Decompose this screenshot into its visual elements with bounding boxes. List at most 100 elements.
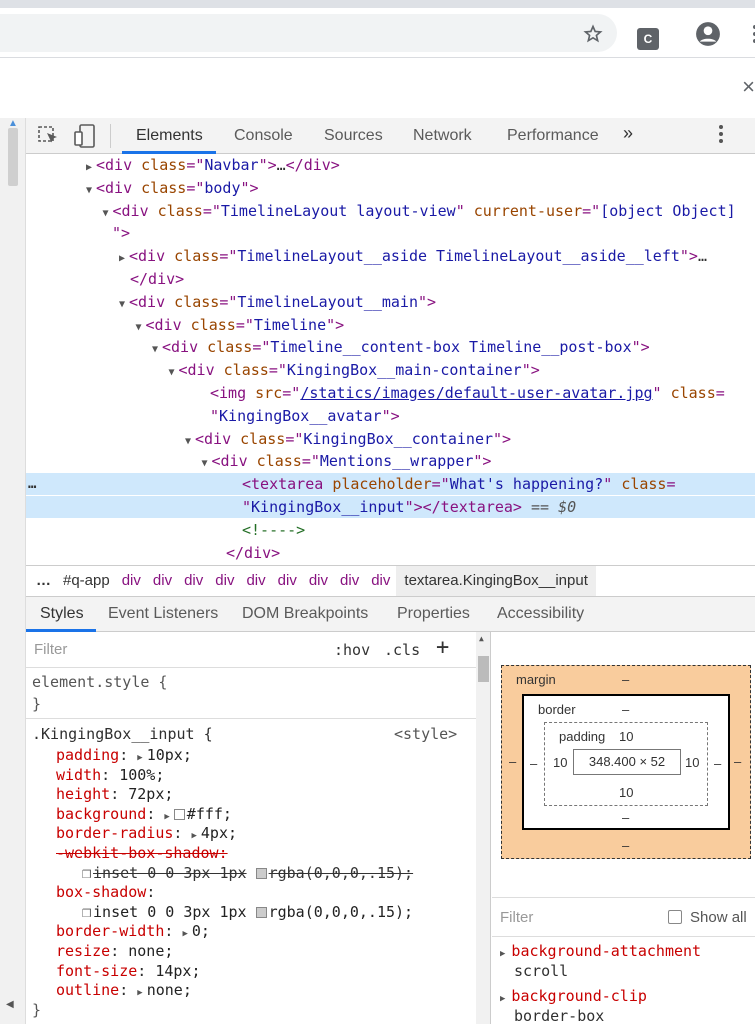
tab-dom-breakpoints[interactable]: DOM Breakpoints <box>242 605 368 623</box>
tree-node[interactable]: <textarea placeholder="What's happening?… <box>26 473 755 496</box>
tree-node[interactable]: </div> <box>26 268 755 290</box>
tree-node[interactable]: ▼ <div class="KingingBox__main-container"… <box>26 359 755 381</box>
dom-tree[interactable]: ▶ <div class="Navbar">…</div> ▼ <div class=… <box>26 154 755 565</box>
style-property-name[interactable]: height <box>56 785 110 803</box>
breadcrumb-item[interactable]: … <box>26 566 57 596</box>
color-swatch[interactable] <box>255 867 267 879</box>
collapse-triangle-icon[interactable]: ▼ <box>148 339 162 361</box>
close-icon[interactable]: × <box>742 74 755 100</box>
collapse-triangle-icon[interactable]: ▼ <box>132 317 146 339</box>
style-value[interactable]: rgba(0,0,0,.15); <box>269 903 414 921</box>
expand-triangle-icon[interactable]: ▶ <box>182 929 187 939</box>
styles-scrollbar[interactable]: ▲ <box>476 632 490 1024</box>
collapse-triangle-icon[interactable]: ▼ <box>82 180 96 202</box>
extension-c-icon[interactable]: C <box>637 28 659 50</box>
tree-node[interactable]: <!----> <box>26 519 755 541</box>
breadcrumb-item[interactable]: div <box>147 566 178 596</box>
tab-sources[interactable]: Sources <box>324 127 383 145</box>
style-value[interactable]: 72px; <box>128 785 173 803</box>
hov-toggle[interactable]: :hov <box>334 641 370 659</box>
expand-triangle-icon[interactable]: ▶ <box>191 831 196 841</box>
collapse-triangle-icon[interactable]: ▼ <box>99 203 113 225</box>
shadow-editor-icon[interactable]: ❒ <box>82 903 91 921</box>
tab-console[interactable]: Console <box>234 127 293 145</box>
styles-filter-input[interactable]: Filter <box>34 641 67 658</box>
tab-network[interactable]: Network <box>413 127 472 145</box>
expand-triangle-icon[interactable]: ▶ <box>500 949 505 959</box>
expand-triangle-icon[interactable]: ▶ <box>500 994 505 1004</box>
computed-property[interactable]: ▶ background-attachment <box>500 942 701 960</box>
tree-node[interactable]: ▼ <div class="TimelineLayout__main"> <box>26 291 755 313</box>
collapse-triangle-icon[interactable]: ▼ <box>181 431 195 453</box>
tree-node[interactable]: ▶ <div class="Navbar">…</div> <box>26 154 755 176</box>
breadcrumb-item[interactable]: div <box>240 566 271 596</box>
tree-node[interactable]: </div> <box>26 542 755 564</box>
tree-node[interactable]: <img src="/statics/images/default-user-a… <box>26 382 755 404</box>
style-property-name[interactable]: width <box>56 766 101 784</box>
tab-event-listeners[interactable]: Event Listeners <box>108 605 218 623</box>
expand-triangle-icon[interactable]: ▶ <box>164 812 169 822</box>
breadcrumb-item[interactable]: div <box>365 566 396 596</box>
tree-node[interactable]: ▼ <div class="Timeline__content-box Timel… <box>26 336 755 358</box>
style-value[interactable]: 14px; <box>155 962 200 980</box>
breadcrumb-item[interactable]: div <box>116 566 147 596</box>
tree-node[interactable]: "> <box>26 222 755 244</box>
style-value[interactable]: 4px; <box>201 824 237 842</box>
style-property-name[interactable]: padding <box>56 746 119 764</box>
style-value[interactable]: inset 0 0 3px 1px <box>93 903 247 921</box>
tree-node[interactable]: ▼ <div class="Timeline"> <box>26 314 755 336</box>
breadcrumb-current[interactable]: textarea.KingingBox__input <box>396 566 596 596</box>
scrollbar-thumb[interactable] <box>8 128 18 186</box>
computed-filter-input[interactable]: Filter <box>500 909 533 926</box>
tree-node[interactable]: ▼ <div class="Mentions__wrapper"> <box>26 450 755 472</box>
kebab-icon[interactable] <box>742 21 755 47</box>
tab-elements[interactable]: Elements <box>136 127 203 145</box>
tab-performance[interactable]: Performance <box>507 127 599 145</box>
expand-triangle-icon[interactable]: ▶ <box>137 753 142 763</box>
breadcrumb-item[interactable]: div <box>209 566 240 596</box>
new-rule-button[interactable]: + <box>436 635 449 660</box>
inspect-element-icon[interactable] <box>38 126 60 146</box>
tree-node[interactable]: ▼ <div class="body"> <box>26 177 755 199</box>
shadow-editor-icon[interactable]: ❒ <box>82 864 91 882</box>
style-property-name[interactable]: border-radius <box>56 824 173 842</box>
style-property-name[interactable]: -webkit-box-shadow <box>56 844 219 862</box>
breadcrumb-item[interactable]: div <box>303 566 334 596</box>
style-value[interactable]: rgba(0,0,0,.15); <box>269 864 414 882</box>
scroll-up-icon[interactable]: ▲ <box>479 634 484 643</box>
breadcrumb-item[interactable]: div <box>272 566 303 596</box>
expand-triangle-icon[interactable]: ▶ <box>137 988 142 998</box>
star-icon[interactable] <box>580 21 606 47</box>
tree-node[interactable]: "KingingBox__avatar"> <box>26 405 755 427</box>
tree-token[interactable]: /statics/images/default-user-avatar.jpg <box>300 384 652 402</box>
style-property-name[interactable]: border-width <box>56 922 164 940</box>
show-all-checkbox[interactable] <box>668 910 682 924</box>
collapse-triangle-icon[interactable]: ▼ <box>165 362 179 384</box>
style-property-name[interactable]: outline <box>56 981 119 999</box>
styles-scrollbar-thumb[interactable] <box>478 656 489 682</box>
breadcrumb-item[interactable]: div <box>178 566 209 596</box>
style-property-name[interactable]: resize <box>56 942 110 960</box>
tree-node[interactable]: "KingingBox__input"></textarea> == $0 <box>26 496 755 518</box>
style-property-name[interactable]: font-size <box>56 962 137 980</box>
breadcrumb-item[interactable]: #q-app <box>57 566 116 596</box>
tree-node[interactable]: ▼ <div class="KingingBox__container"> <box>26 428 755 450</box>
style-value[interactable]: none; <box>147 981 192 999</box>
cls-toggle[interactable]: .cls <box>384 641 420 659</box>
style-value[interactable]: none; <box>128 942 173 960</box>
collapse-triangle-icon[interactable]: ▼ <box>115 294 129 316</box>
style-value[interactable]: 0; <box>192 922 210 940</box>
page-scrollbar[interactable]: ▲ ◀ <box>0 118 26 1024</box>
color-swatch[interactable] <box>255 906 267 918</box>
account-circle-icon[interactable] <box>695 21 721 47</box>
tab-styles[interactable]: Styles <box>40 605 84 623</box>
collapse-triangle-icon[interactable]: ▼ <box>198 453 212 475</box>
style-value[interactable]: 100%; <box>119 766 164 784</box>
style-property-name[interactable]: box-shadow <box>56 883 146 901</box>
devtools-menu-icon[interactable] <box>718 124 724 147</box>
expand-triangle-icon[interactable]: ▶ <box>82 157 96 179</box>
scroll-down-icon[interactable]: ◀ <box>6 999 14 1010</box>
rule-source-link[interactable]: <style> <box>394 724 457 744</box>
tab-accessibility[interactable]: Accessibility <box>497 605 584 623</box>
address-bar[interactable] <box>0 14 617 52</box>
